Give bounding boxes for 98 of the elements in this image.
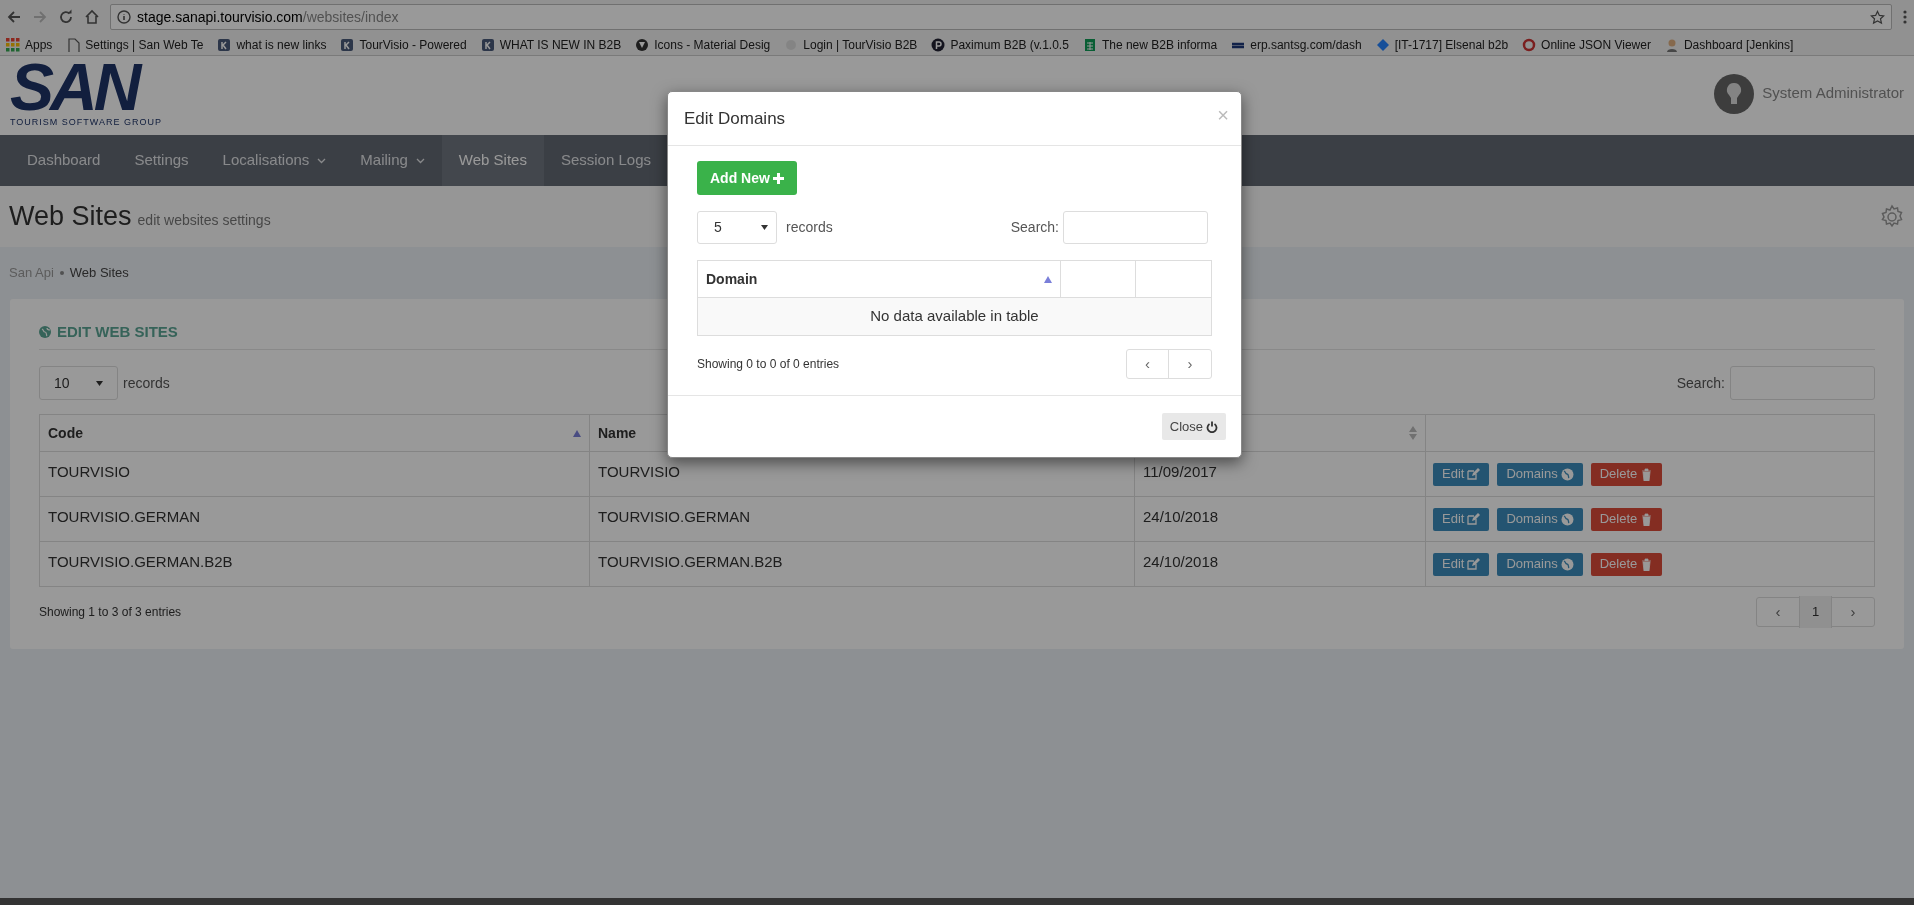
table-cell: 11/09/2017 — [1143, 463, 1217, 480]
info-icon — [117, 10, 131, 24]
bookmark[interactable]: what is new links — [217, 35, 327, 54]
table-cell: TOURVISIO — [598, 463, 680, 480]
search-label: Search: — [1010, 218, 1059, 237]
breadcrumb-separator — [59, 271, 64, 275]
globe-icon — [1560, 512, 1574, 526]
letter-p-icon — [931, 37, 946, 52]
bookmark[interactable]: Apps — [6, 35, 53, 54]
back-icon[interactable] — [6, 9, 22, 25]
reload-icon[interactable] — [58, 9, 74, 25]
table-info: Showing 0 to 0 of 0 entries — [697, 356, 840, 373]
search-field[interactable] — [1063, 211, 1208, 244]
breadcrumb[interactable]: Web Sites — [69, 263, 129, 283]
nav-tab[interactable]: Mailing — [343, 135, 442, 186]
letter-k-icon — [217, 37, 232, 52]
letter-k-icon — [480, 37, 495, 52]
table-cell: TOURVISIO.GERMAN.B2B — [48, 553, 233, 570]
caret-icon — [761, 225, 768, 230]
table-cell: TOURVISIO.GERMAN — [598, 508, 750, 525]
search-label: Search: — [1676, 373, 1725, 393]
delete-button[interactable]: Delete — [1590, 552, 1663, 576]
caret-icon — [96, 380, 103, 386]
trash-icon — [1640, 557, 1654, 571]
bookmark[interactable]: TourVisio - Powered — [340, 35, 467, 54]
page-title: Web Sites — [9, 200, 132, 234]
close-button[interactable]: Close — [1161, 413, 1226, 440]
settings-icon[interactable] — [1879, 203, 1905, 230]
empty-table-message: No data available in table — [870, 307, 1039, 325]
dialog-title: Edit Domains — [684, 107, 786, 130]
sort-ascending-icon — [1044, 275, 1052, 283]
column-header[interactable]: Name — [598, 422, 637, 444]
person-icon — [1664, 37, 1679, 52]
table-cell: TOURVISIO.GERMAN.B2B — [598, 553, 783, 570]
table-cell: TOURVISIO.GERMAN — [48, 508, 200, 525]
url-text: stage.sanapi.tourvisio.com/websites/index — [137, 7, 400, 27]
bookmark[interactable]: The new B2B informa — [1082, 35, 1218, 54]
next-page-button[interactable]: › — [1832, 598, 1874, 626]
delete-button[interactable]: Delete — [1590, 507, 1663, 531]
circle-logo-icon — [635, 37, 650, 52]
caret-icon — [415, 157, 425, 164]
nav-tab[interactable]: Localisations — [205, 135, 344, 186]
page-size-select[interactable]: 5 — [697, 211, 777, 244]
home-icon[interactable] — [84, 9, 100, 25]
letter-k-icon — [340, 37, 355, 52]
page-subtitle: edit websites settings — [137, 211, 271, 231]
previous-page-button[interactable]: ‹ — [1757, 598, 1799, 626]
globe-icon — [1560, 467, 1574, 481]
nav-tab[interactable]: Web Sites — [441, 135, 544, 186]
bookmark[interactable]: [IT-1717] Elsenal b2b — [1375, 35, 1509, 54]
sort-ascending-icon — [573, 429, 581, 437]
sort-icon — [1409, 426, 1417, 440]
caret-icon — [317, 157, 327, 164]
avatar-icon — [1714, 73, 1755, 114]
page-size-select[interactable]: 10 — [39, 366, 118, 400]
globe-icon — [39, 326, 51, 338]
plus-icon — [772, 172, 784, 184]
ring-icon — [1522, 37, 1537, 52]
edit-icon — [1467, 557, 1481, 571]
nav-tab[interactable]: Dashboard — [10, 135, 118, 186]
table-cell: TOURVISIO — [48, 463, 130, 480]
table-cell: 24/10/2018 — [1143, 508, 1219, 525]
menu-icon[interactable] — [1902, 9, 1908, 25]
apps-grid-icon — [6, 37, 20, 52]
table-cell: 24/10/2018 — [1143, 553, 1219, 570]
address-bar[interactable]: stage.sanapi.tourvisio.com/websites/index — [110, 4, 1892, 30]
power-icon — [1206, 420, 1218, 433]
bookmark[interactable]: WHAT IS NEW IN B2B — [480, 35, 622, 54]
star-icon[interactable] — [1870, 9, 1885, 25]
bookmark[interactable]: Icons - Material Desig — [635, 35, 771, 54]
column-header[interactable]: Code — [48, 422, 83, 444]
diamond-icon — [1375, 37, 1390, 52]
records-label: records — [786, 218, 833, 237]
records-label: records — [123, 373, 170, 393]
page-icon — [66, 37, 81, 52]
next-page-button[interactable]: › — [1169, 350, 1211, 378]
page-number-button[interactable]: 1 — [1799, 596, 1832, 628]
bookmark[interactable]: Settings | San Web Te — [66, 35, 204, 54]
bookmark[interactable]: Paximum B2B (v.1.0.5 — [931, 35, 1069, 54]
bookmark[interactable]: erp.santsg.com/dash — [1231, 35, 1362, 54]
bookmark[interactable]: Login | TourVisio B2B — [784, 35, 918, 54]
bookmark[interactable]: Dashboard [Jenkins] — [1664, 35, 1794, 54]
trash-icon — [1640, 512, 1654, 526]
edit-icon — [1467, 512, 1481, 526]
table-info: Showing 1 to 3 of 3 entries — [39, 604, 182, 621]
trash-icon — [1640, 467, 1654, 481]
column-header[interactable]: Domain — [706, 268, 758, 290]
nav-tab[interactable]: Session Logs — [543, 135, 668, 186]
previous-page-button[interactable]: ‹ — [1127, 350, 1169, 378]
delete-button[interactable]: Delete — [1590, 462, 1663, 486]
edit-icon — [1467, 467, 1481, 481]
bookmark[interactable]: Online JSON Viewer — [1522, 35, 1651, 54]
spreadsheet-icon — [1082, 37, 1097, 52]
nav-tab[interactable]: Settings — [117, 135, 206, 186]
logo-wordmark: SAN — [10, 57, 140, 116]
globe-icon — [1560, 557, 1574, 571]
logo-tagline: TOURISM SOFTWARE GROUP — [10, 115, 162, 129]
panel-title: EDIT WEB SITES — [57, 321, 178, 342]
